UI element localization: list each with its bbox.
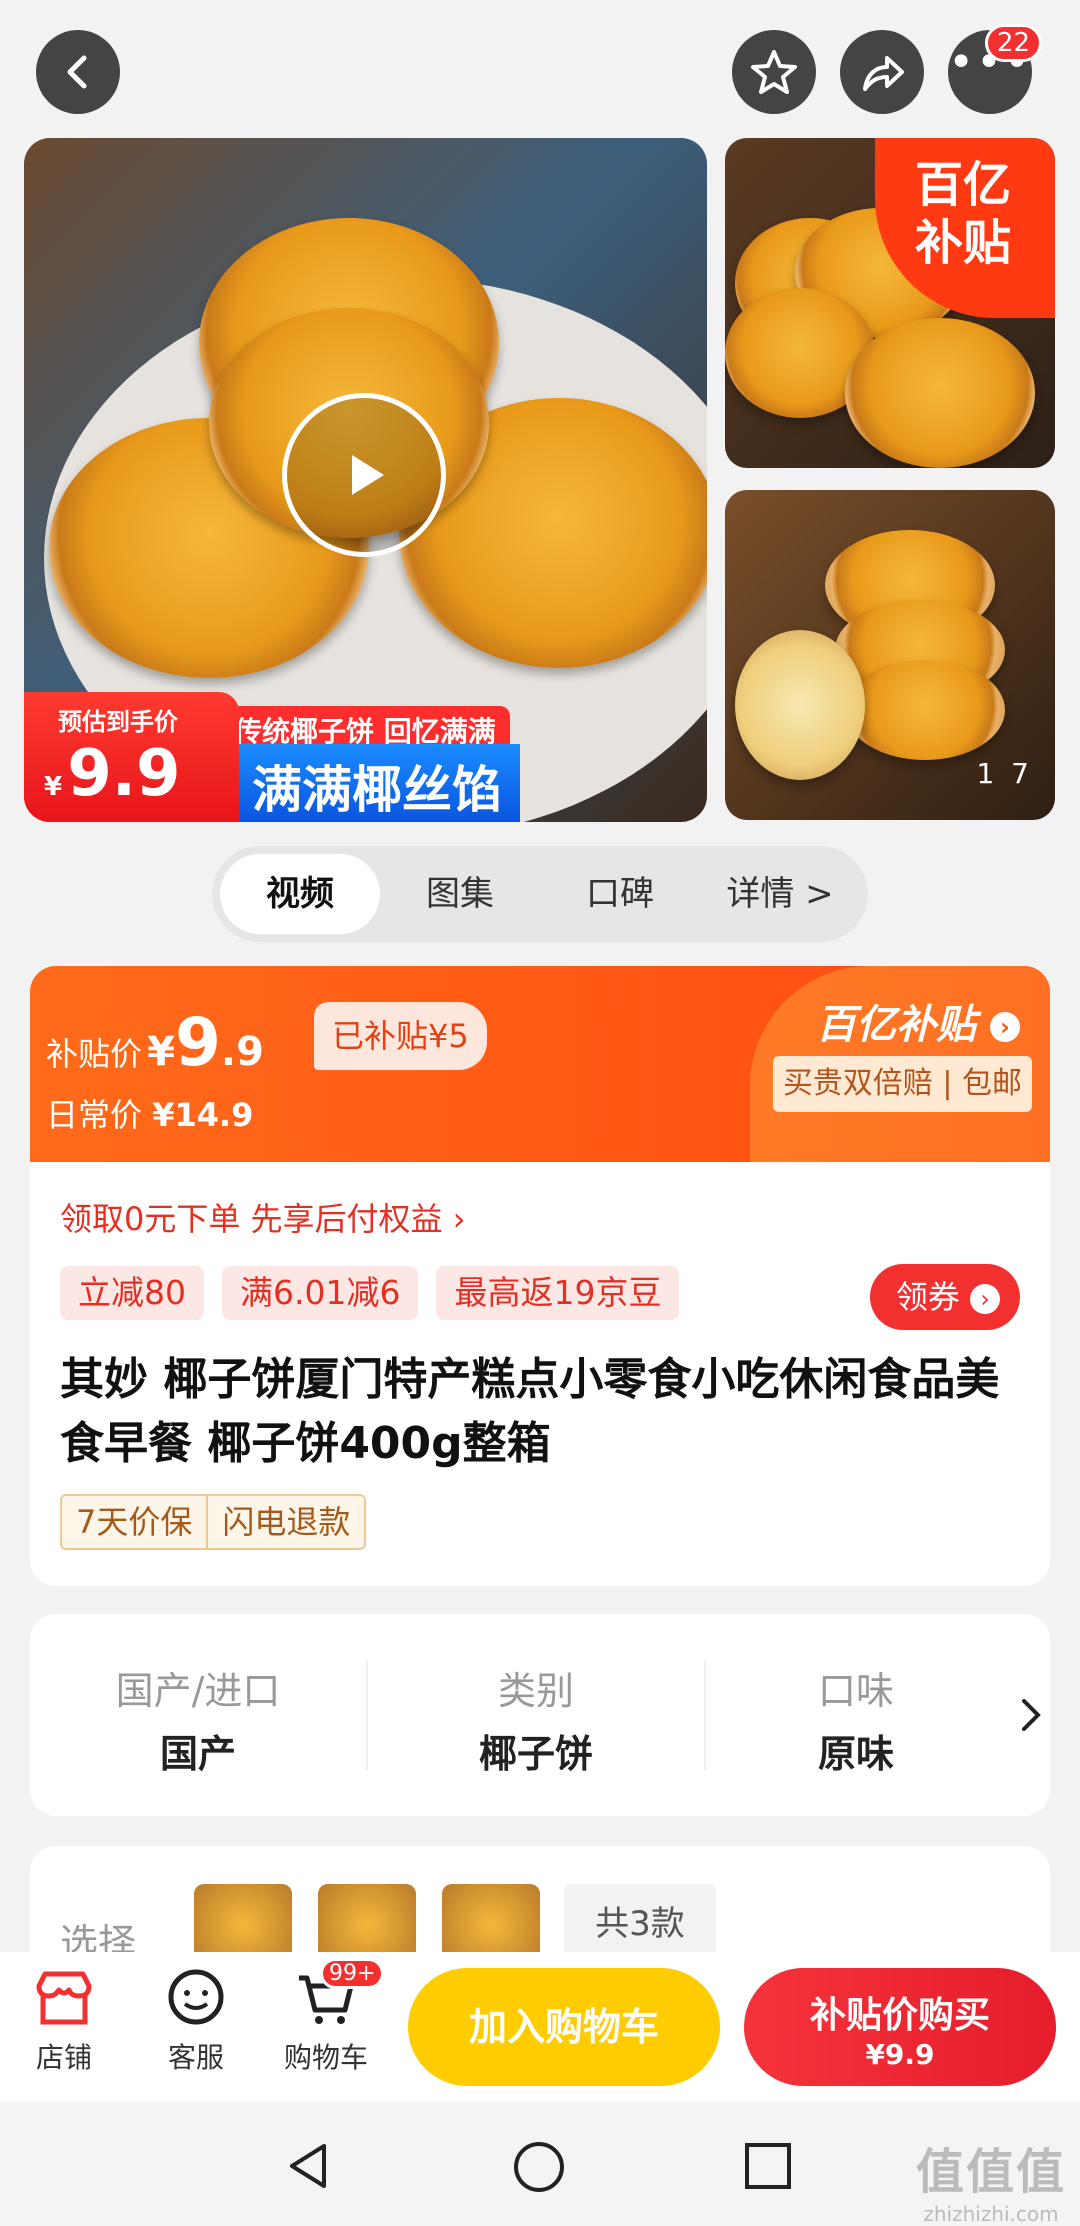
notification-badge: 22 [984,24,1042,62]
subsidy-price: 补贴价 ¥9.9 [46,1004,264,1081]
chevron-right-icon [1022,1699,1041,1731]
spec-summary[interactable]: 国产/进口 国产 类别 椰子饼 口味 原味 [30,1614,1050,1816]
tab-reviews[interactable]: 口碑 [540,854,700,934]
product-page: ••• 22 传统椰子饼 回忆满满 满满椰丝馅 预估到手价 ¥ 9.9 百亿 补… [0,0,1080,2226]
smile-chat-icon [168,1969,224,2025]
main-product-image[interactable]: 传统椰子饼 回忆满满 满满椰丝馅 预估到手价 ¥ 9.9 [24,138,707,822]
spec-item: 国产/进口 国产 [30,1660,368,1776]
tab-video[interactable]: 视频 [220,854,380,934]
watermark: 值值值 zhizhizhi.com [915,2144,1066,2226]
buy-now-button[interactable]: 补贴价购买 ¥9.9 [744,1968,1056,2086]
more-button[interactable]: ••• 22 [948,24,1042,114]
shop-button[interactable]: 店铺 [24,1966,104,2076]
cart-button[interactable]: 99+ 购物车 [276,1958,385,2076]
estimated-price-tag: 预估到手价 ¥ 9.9 [24,692,239,822]
daily-price: 日常价 ¥14.9 [46,1096,254,1134]
coupon-tag[interactable]: 最高返19京豆 [436,1266,680,1320]
claim-coupon-button[interactable]: 领券 › [869,1264,1020,1330]
estimated-price-value: 9.9 [67,737,181,811]
customer-service-button[interactable]: 客服 [156,1966,236,2076]
subsidy-corner-line2: 补贴 [915,215,1012,271]
product-gallery: 传统椰子饼 回忆满满 满满椰丝馅 预估到手价 ¥ 9.9 百亿 补贴 1 7 [0,138,1080,822]
share-button[interactable] [840,30,924,114]
product-title: 其妙 椰子饼厦门特产糕点小零食小吃休闲食品美食早餐 椰子饼400g整箱 [60,1354,1000,1469]
promo-headline: 满满椰丝馅 [234,744,520,822]
guarantee-tag: 买贵双倍赔 | 包邮 [772,1056,1032,1112]
system-navigation-bar: 值值值 zhizhizhi.com [0,2102,1080,2226]
spec-item: 口味 原味 [817,1669,894,1776]
play-icon [352,455,384,495]
tab-details[interactable]: 详情 > [700,854,860,934]
subsidy-price-header: 补贴价 ¥9.9 已补贴¥5 日常价 ¥14.9 百亿补贴 › 买贵双倍赔 | … [30,966,1050,1162]
variant-selector[interactable]: 选择 共3款 [30,1846,1050,1966]
subsidy-brand-link[interactable]: 百亿补贴 › [816,992,1020,1050]
add-to-cart-button[interactable]: 加入购物车 [408,1968,720,2086]
thumbnail-image-2[interactable]: 1 7 [725,490,1055,820]
subsidy-corner-line1: 百亿 [915,157,1012,213]
tab-gallery[interactable]: 图集 [380,854,540,934]
nav-recents-icon[interactable] [742,2140,794,2192]
shop-icon [36,1971,92,2025]
bottom-action-bar: 店铺 客服 99+ 购物车 加入购物车 补贴价购买 ¥9.9 [0,1952,1080,2102]
back-button[interactable] [36,30,120,114]
coupon-tag[interactable]: 立减80 [60,1266,204,1320]
pay-later-link[interactable]: 领取0元下单 先享后付权益 › [30,1162,1050,1240]
image-counter: 1 7 [976,757,1033,790]
play-video-button[interactable] [282,393,446,557]
coupon-tag[interactable]: 满6.01减6 [222,1266,419,1320]
chevron-left-icon [67,55,87,89]
arrow-circle-icon: › [970,1284,1000,1314]
share-icon [863,56,904,91]
service-tags[interactable]: 7天价保 闪电退款 [60,1494,367,1550]
nav-back-icon[interactable] [282,2140,334,2192]
currency-symbol: ¥ [44,772,63,802]
star-icon [751,50,797,94]
nav-home-icon[interactable] [512,2140,566,2194]
subsidized-amount-badge: 已补贴¥5 [314,1002,487,1070]
media-tabs: 视频 图集 口碑 详情 > [212,846,868,942]
arrow-circle-icon: › [990,1012,1020,1042]
estimated-price-label: 预估到手价 [58,708,178,736]
thumbnail-image-1[interactable]: 百亿 补贴 [725,138,1055,468]
coupon-row: 立减80 满6.01减6 最高返19京豆 领券 › [30,1240,1050,1330]
spec-item: 类别 椰子饼 [368,1660,706,1776]
price-info-card: 补贴价 ¥9.9 已补贴¥5 日常价 ¥14.9 百亿补贴 › 买贵双倍赔 | … [30,966,1050,1586]
favorite-button[interactable] [732,30,816,114]
cart-count-badge: 99+ [320,1958,385,1989]
